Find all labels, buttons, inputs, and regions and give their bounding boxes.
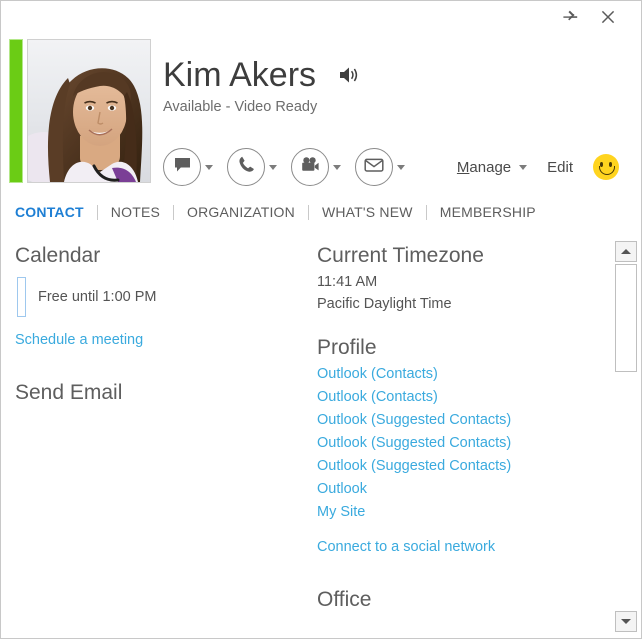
profile-link[interactable]: My Site [317,501,365,524]
timezone-heading: Current Timezone [317,244,484,267]
action-chat [163,148,217,186]
edit-button[interactable]: Edit [547,159,573,176]
identity-block: Kim Akers Available - Video Ready [163,55,362,115]
scroll-up-arrow-icon [621,249,631,254]
calendar-status: Free until 1:00 PM [38,289,157,305]
chevron-down-icon [269,164,277,170]
profile-link[interactable]: Outlook (Contacts) [317,363,438,386]
calendar-availability-row: Free until 1:00 PM [15,277,311,317]
tab-contact[interactable]: CONTACT [15,204,97,220]
email-icon [364,157,384,178]
presence-status: Available - Video Ready [163,99,318,115]
profile-link[interactable]: Outlook [317,478,367,501]
avatar[interactable] [27,39,151,183]
titlebar [1,1,641,37]
action-video [291,148,345,186]
chevron-down-icon [397,164,405,170]
calendar-heading: Calendar [15,244,101,267]
video-icon [300,155,320,179]
close-button[interactable] [589,4,627,34]
profile-link[interactable]: Outlook (Suggested Contacts) [317,409,511,432]
phone-icon [237,155,256,179]
profile-link[interactable]: Outlook (Suggested Contacts) [317,432,511,455]
speaker-icon[interactable] [338,65,362,85]
tab-notes[interactable]: NOTES [98,204,173,220]
office-heading: Office [317,588,372,611]
action-email [355,148,409,186]
chevron-down-icon [205,164,213,170]
vertical-scrollbar[interactable] [615,241,637,632]
chevron-down-icon [333,164,341,170]
contact-name: Kim Akers [163,56,317,94]
scroll-up-button[interactable] [615,241,637,262]
scroll-down-button[interactable] [615,611,637,632]
free-busy-bar [17,277,26,317]
right-column: Current Timezone 11:41 AM Pacific Daylig… [311,233,641,638]
video-dropdown-button[interactable] [329,149,345,185]
send-email-heading[interactable]: Send Email [15,378,311,408]
contact-card: Kim Akers Available - Video Ready Manage… [0,0,642,639]
presence-indicator-bar [9,39,23,183]
tab-bar: CONTACT NOTES ORGANIZATION WHAT'S NEW ME… [1,195,641,229]
header-right-actions: Manage Edit [457,154,629,180]
close-icon [599,8,617,31]
schedule-a-meeting-link[interactable]: Schedule a meeting [15,329,143,352]
email-button[interactable] [355,148,393,186]
chat-button[interactable] [163,148,201,186]
timezone-time: 11:41 AM [317,274,378,290]
left-column: Calendar Free until 1:00 PM Schedule a m… [1,233,311,638]
scrollbar-thumb[interactable] [615,264,637,372]
manage-accelerator: M [456,158,470,176]
video-button[interactable] [291,148,329,186]
avatar-area [9,39,151,183]
pin-icon [562,9,578,30]
smiley-mouth [599,166,615,175]
manage-button[interactable]: Manage [456,158,528,176]
action-bar: Manage Edit [163,145,629,189]
chat-dropdown-button[interactable] [201,149,217,185]
chevron-down-icon [519,164,528,170]
email-dropdown-button[interactable] [393,149,409,185]
profile-link[interactable]: Outlook (Contacts) [317,386,438,409]
manage-label-rest: anage [469,158,512,176]
call-button[interactable] [227,148,265,186]
tab-organization[interactable]: ORGANIZATION [174,204,308,220]
call-dropdown-button[interactable] [265,149,281,185]
timezone-name: Pacific Daylight Time [317,296,452,312]
action-call [227,148,281,186]
scroll-down-arrow-icon [621,619,631,624]
connect-social-network-link[interactable]: Connect to a social network [317,536,495,559]
smiley-icon[interactable] [593,154,619,180]
chat-icon [173,155,192,179]
pin-button[interactable] [551,4,589,34]
card-body: Calendar Free until 1:00 PM Schedule a m… [1,233,641,638]
tab-membership[interactable]: MEMBERSHIP [427,204,549,220]
contact-header: Kim Akers Available - Video Ready Manage… [1,37,641,189]
edit-label: Edit [547,158,573,176]
profile-link[interactable]: Outlook (Suggested Contacts) [317,455,511,478]
tab-whats-new[interactable]: WHAT'S NEW [309,204,426,220]
profile-heading: Profile [317,336,377,359]
